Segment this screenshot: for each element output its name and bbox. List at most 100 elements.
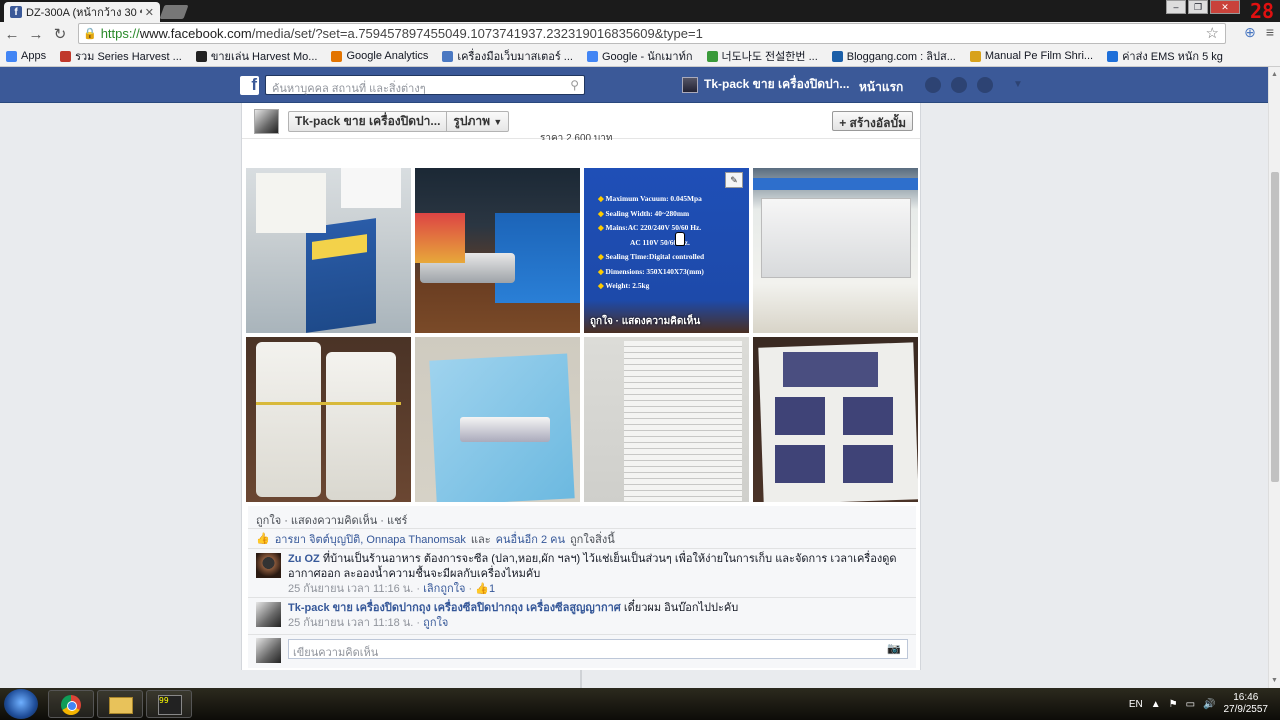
facebook-topbar: f ค้นหาบุคคล สถานที่ และสิ่งต่างๆ ⚲ Tk-p… (0, 67, 1268, 103)
close-tab-icon[interactable]: ✕ (145, 6, 154, 19)
bookmark-item[interactable]: ขายเล่น Harvest Mo... (195, 47, 317, 65)
toolbar-extensions: ⊕ ≡ (1244, 24, 1274, 41)
bookmark-item[interactable]: รวม Series Harvest ... (60, 47, 182, 65)
album-selector[interactable]: Tk-pack ขาย เครื่องปิดปา... รูปภาพ ▼ (288, 111, 510, 132)
start-button[interactable] (4, 689, 38, 719)
spec-text: Sealing Time:Digital controlled (605, 252, 705, 261)
menu-icon[interactable]: ≡ (1266, 24, 1274, 41)
messages-icon[interactable] (951, 77, 967, 93)
post-feedback: ถูกใจ · แสดงความคิดเห็น · แชร์ 👍 อารยา จ… (248, 506, 916, 668)
comment-input[interactable]: เขียนความคิดเห็น 📷 (288, 639, 908, 659)
photo-manual-diagram[interactable] (753, 337, 918, 502)
spec-text: Mains:AC 220/240V 50/60 Hz. (605, 223, 702, 232)
network-icon[interactable]: ▭ (1186, 699, 1195, 710)
create-album-button[interactable]: + สร้างอัลบั้ม (832, 111, 913, 131)
page-scrollbar[interactable]: ▲ ▼ (1268, 67, 1280, 688)
flag-icon[interactable]: ⚑ (1169, 699, 1178, 710)
like-icon: 👍 (475, 583, 489, 595)
bookmark-label: Manual Pe Film Shri... (984, 50, 1094, 62)
clock[interactable]: 16:46 27/9/2557 (1224, 692, 1269, 716)
photo-bags[interactable] (246, 337, 411, 502)
edit-pencil-icon[interactable]: ✎ (725, 172, 743, 188)
like-count[interactable]: 👍1 (475, 583, 495, 595)
bookmark-item[interactable]: ค่าส่ง EMS หนัก 5 kg (1107, 47, 1223, 65)
bookmark-label: Google - นักเมาท์ก (601, 51, 693, 63)
webmaster-icon (442, 50, 454, 62)
notifications-globe-icon[interactable] (977, 77, 993, 93)
mouse-cursor-icon (675, 232, 685, 246)
bookmark-item[interactable]: เครื่องมือเว็บมาสเตอร์ ... (442, 47, 573, 65)
tab-title: DZ-300A (หน้ากว้าง 30 ซม.) (26, 7, 142, 19)
bookmark-item[interactable]: Apps (6, 50, 46, 62)
diamond-bullet-icon: ◆ (598, 223, 606, 232)
close-window-button[interactable]: ✕ (1210, 0, 1240, 14)
photo-caption[interactable]: ถูกใจ · แสดงความคิดเห็น (590, 314, 700, 329)
comment-author[interactable]: Tk-pack ขาย เครื่องปิดปากถุง เครื่องซีลป… (288, 602, 621, 614)
photo-manual-page[interactable] (584, 337, 749, 502)
minimize-button[interactable]: – (1166, 0, 1186, 14)
avatar[interactable] (256, 602, 281, 627)
bookmark-item[interactable]: Google Analytics (331, 50, 428, 62)
camera-icon[interactable]: 📷 (887, 642, 901, 655)
browser-titlebar: f DZ-300A (หน้ากว้าง 30 ซม.) ✕ – ❐ ✕ 28 (0, 0, 1280, 22)
translate-icon[interactable]: ⊕ (1244, 24, 1256, 41)
chevron-up-icon[interactable]: ▲ (1151, 699, 1161, 710)
album-type-label: รูปภาพ (453, 114, 491, 128)
avatar[interactable] (254, 109, 279, 134)
taskbar-explorer[interactable] (97, 690, 143, 718)
photo-boxes[interactable] (246, 168, 411, 333)
facebook-logo-icon[interactable]: f (240, 75, 259, 95)
comment-author[interactable]: Zu OZ (288, 553, 320, 565)
manual-icon (969, 50, 981, 62)
bookmark-item[interactable]: Bloggang.com : ลิปส... (831, 47, 956, 65)
comment-body: Tk-pack ขาย เครื่องปิดปากถุง เครื่องซีลป… (288, 601, 908, 631)
bookmark-item[interactable]: Google - นักเมาท์ก (586, 47, 693, 65)
like-link[interactable]: ถูกใจ (423, 617, 448, 629)
photo-sealer-machine[interactable] (753, 168, 918, 333)
bookmark-item[interactable]: Manual Pe Film Shri... (969, 50, 1094, 62)
back-arrow-icon[interactable]: ← (0, 26, 24, 43)
account-menu-chevron-icon[interactable]: ▼ (1013, 79, 1023, 90)
taskbar-app[interactable]: 99 (146, 690, 192, 718)
comment-time[interactable]: 25 กันยายน เวลา 11:16 น. (288, 583, 413, 595)
friend-requests-icon[interactable] (925, 77, 941, 93)
scroll-up-icon[interactable]: ▲ (1271, 71, 1278, 78)
restore-button[interactable]: ❐ (1188, 0, 1208, 14)
bookmark-star-icon[interactable]: ☆ (1206, 24, 1219, 42)
analytics-icon (331, 50, 343, 62)
photo-manual-cover[interactable] (415, 337, 580, 502)
photo-sealer-box[interactable] (415, 168, 580, 333)
post-actions[interactable]: ถูกใจ · แสดงความคิดเห็น · แชร์ (256, 511, 407, 529)
comment-placeholder: เขียนความคิดเห็น (293, 647, 379, 659)
comment-time[interactable]: 25 กันยายน เวลา 11:18 น. (288, 617, 413, 629)
taskbar-chrome[interactable] (48, 690, 94, 718)
scrollbar-thumb[interactable] (1271, 172, 1279, 482)
series-icon (60, 50, 72, 62)
bookmark-label: ค่าส่ง EMS หนัก 5 kg (1122, 51, 1223, 63)
address-bar[interactable]: 🔒 https://www.facebook.com/media/set/?se… (78, 23, 1226, 44)
spec-line: ◆ Sealing Width: 40~280mm (598, 207, 704, 222)
scroll-down-icon[interactable]: ▼ (1271, 677, 1278, 684)
volume-icon[interactable]: 🔊 (1203, 699, 1215, 710)
spec-list: ◆ Maximum Vacuum: 0.045Mpa ◆ Sealing Widt… (598, 192, 704, 294)
home-link[interactable]: หน้าแรก (859, 78, 903, 97)
avatar[interactable] (256, 553, 281, 578)
search-icon[interactable]: ⚲ (570, 78, 579, 92)
album-page-name[interactable]: Tk-pack ขาย เครื่องปิดปา... (289, 112, 448, 131)
language-indicator[interactable]: EN (1129, 699, 1143, 710)
photo-spec-card[interactable]: ◆ Maximum Vacuum: 0.045Mpa ◆ Sealing Widt… (584, 168, 749, 333)
likers-names[interactable]: อารยา จิตต์บุญปิติ, Onnapa Thanomsak (275, 530, 466, 548)
reload-icon[interactable]: ↻ (48, 25, 72, 43)
album-type-dropdown[interactable]: รูปภาพ ▼ (447, 112, 508, 131)
new-tab-button[interactable] (159, 5, 189, 19)
browser-tab[interactable]: f DZ-300A (หน้ากว้าง 30 ซม.) ✕ (4, 2, 160, 22)
forward-arrow-icon[interactable]: → (24, 26, 48, 43)
unlike-link[interactable]: เลิกถูกใจ (423, 583, 465, 595)
likers-more-link[interactable]: คนอื่นอีก 2 คน (496, 530, 565, 548)
bookmark-label: รวม Series Harvest ... (75, 51, 182, 63)
profile-link[interactable]: Tk-pack ขาย เครื่องปิดปา... (682, 75, 849, 94)
window-controls: – ❐ ✕ (1166, 0, 1240, 14)
bookmark-item[interactable]: 너도나도 전설한번 ... (706, 48, 818, 64)
facebook-search-input[interactable]: ค้นหาบุคคล สถานที่ และสิ่งต่างๆ ⚲ (265, 75, 585, 95)
spec-line: ◆ Weight: 2.5kg (598, 279, 704, 294)
